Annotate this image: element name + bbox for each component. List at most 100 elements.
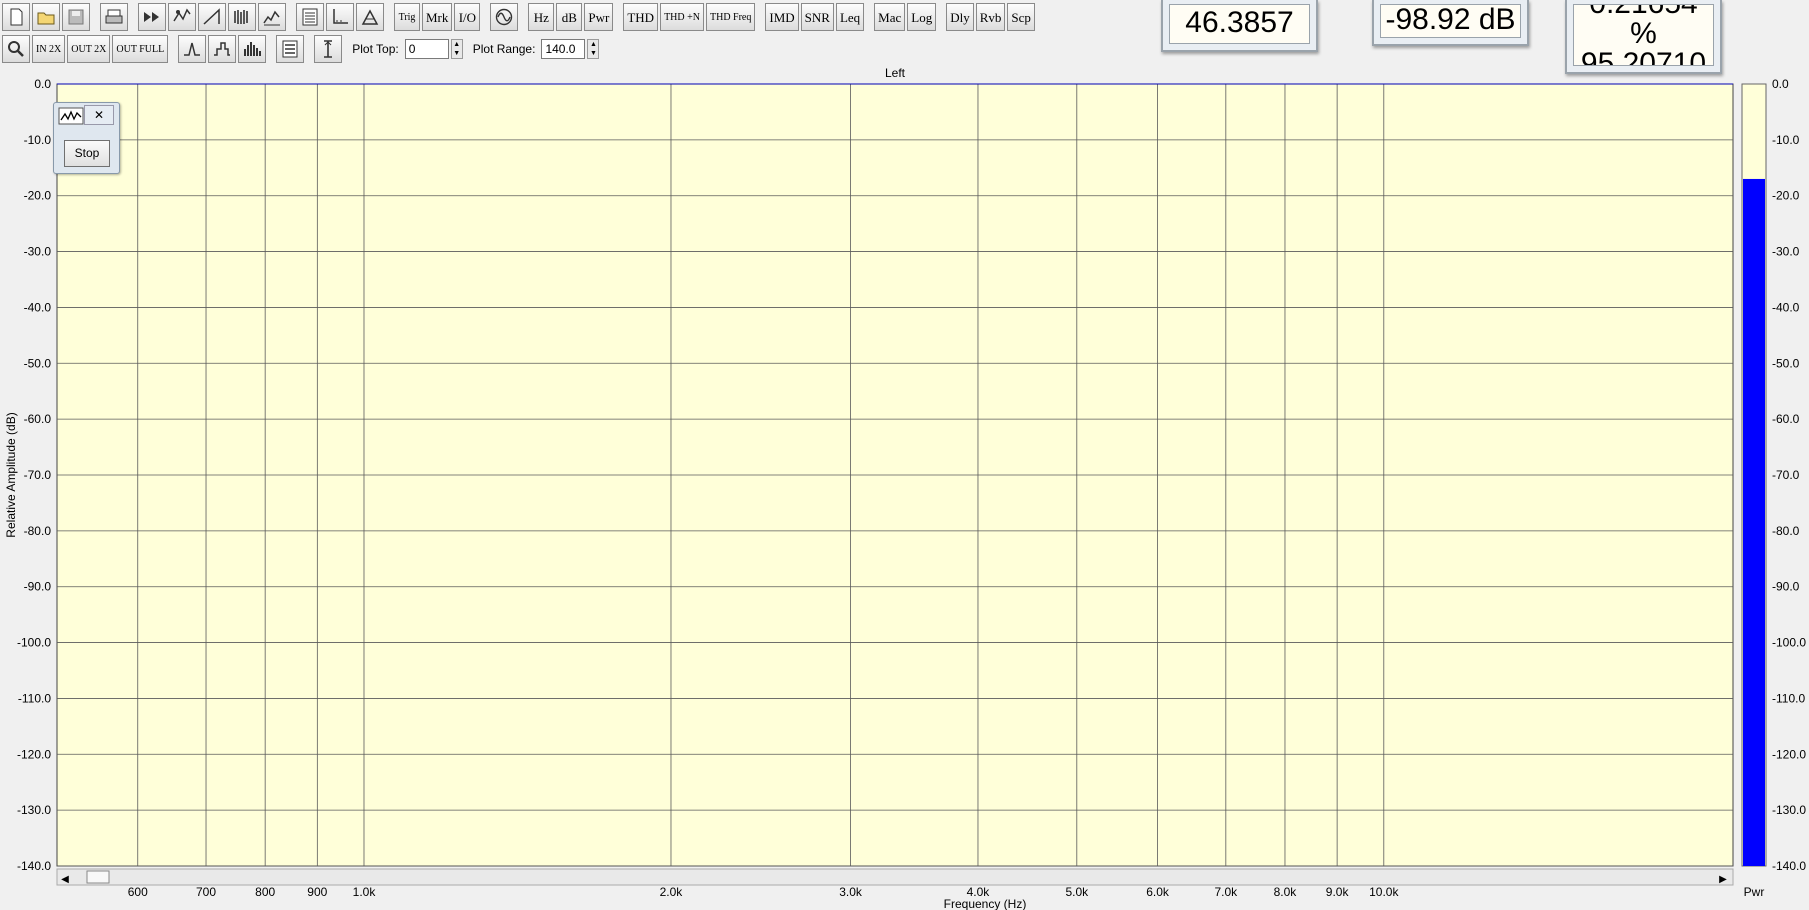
plot-range-input[interactable] [541,39,586,59]
y-tick-label: -80.0 [24,524,52,538]
x-tick-label: 2.0k [660,885,684,899]
readout-panel-3-inner: 0.21654 % 95.20710 % [1573,4,1714,66]
horizontal-scrollbar [56,868,1734,886]
y-axis-label: Relative Amplitude (dB) [4,412,18,537]
bars-icon[interactable] [238,35,267,63]
readout-panel-3: 0.21654 % 95.20710 % [1565,0,1722,74]
save-disk-icon[interactable] [62,3,90,31]
y-tick-label: -140.0 [17,859,51,873]
scroll-left-arrow: ◀ [61,874,69,885]
close-icon[interactable]: ✕ [84,105,114,125]
sawtooth-icon[interactable] [198,3,226,31]
stop-control-box: ✕ Stop [53,102,120,174]
thd-n-button[interactable]: THD +N [660,3,704,31]
axis-icon[interactable] [326,3,354,31]
spectrum-chart[interactable]: Left 0.0 -10.0 -20.0 -30.0 -40.0 -50.0 -60.0 -70… [0,64,1809,910]
y-tick-label: -90.0 [24,580,52,594]
meter-tick-label: -40.0 [1772,300,1800,314]
y-tick-label: -60.0 [24,412,52,426]
meter-tick-label: -50.0 [1772,356,1800,370]
mac-button[interactable]: Mac [874,3,906,31]
y-tick-label: -120.0 [17,747,51,761]
y-tick-label: -110.0 [18,691,51,705]
readout-value-3a: 0.21654 % [1589,5,1697,50]
x-tick-label: 3.0k [839,885,863,899]
hz-button[interactable]: Hz [528,3,555,31]
scrollbar-thumb [86,870,110,884]
spectrum-analyzer-window: Trig Mrk I/O Hz dB Pwr THD THD +N THD Freq IMD SNR… [0,0,1809,910]
io-button[interactable]: I/O [454,3,481,31]
x-tick-label: 7.0k [1214,885,1238,899]
y-tick-label: -100.0 [17,636,51,650]
zoom-in-2x-button[interactable]: IN 2X [32,35,66,63]
thd-button[interactable]: THD [623,3,659,31]
mrk-button[interactable]: Mrk [422,3,453,31]
plot-range-label: Plot Range: [472,42,536,56]
x-tick-label: 6.0k [1146,885,1170,899]
x-tick-label: 700 [196,885,216,899]
y-tick-label: -50.0 [24,356,52,370]
open-folder-icon[interactable] [32,3,60,31]
dly-button[interactable]: Dly [946,3,974,31]
waveform-icon [58,107,84,125]
scroll-right-arrow: ▶ [1719,874,1727,885]
zoom-icon[interactable] [2,35,30,63]
zoom-out-2x-button[interactable]: OUT 2X [67,35,111,63]
scp-button[interactable]: Scp [1007,3,1035,31]
meter-tick-label: -100.0 [1772,636,1806,650]
print-icon[interactable] [100,3,128,31]
generator-icon[interactable] [490,3,519,31]
panel-icon[interactable] [276,35,305,63]
settings-panel-icon[interactable] [296,3,324,31]
chart-title: Left [885,66,906,80]
step-icon[interactable] [208,35,237,63]
calibrate-icon[interactable] [168,3,196,31]
x-tick-label: 800 [255,885,275,899]
plot-range-spinner[interactable]: ▲ ▼ [587,39,600,59]
trig-button[interactable]: Trig [394,3,420,31]
readout-panel-1: 46.3857 % [1161,0,1318,52]
readout-panel-2: -98.92 dB [1372,0,1529,46]
plot-top-spinner[interactable]: ▲ ▼ [450,39,463,59]
plot-top-input[interactable] [404,39,449,59]
snr-button[interactable]: SNR [800,3,834,31]
range-icon[interactable] [314,35,343,63]
pwr-button[interactable]: Pwr [584,3,614,31]
new-file-icon[interactable] [2,3,30,31]
meter-tick-label: -140.0 [1772,859,1806,873]
peak-icon[interactable] [178,35,207,63]
zoom-out-full-button[interactable]: OUT FULL [112,35,169,63]
y-tick-label: 0.0 [34,77,51,91]
meter-tick-label: -130.0 [1772,803,1806,817]
readout-value-1: 46.3857 % [1169,4,1310,44]
waterfall-icon[interactable] [228,3,256,31]
db-button[interactable]: dB [556,3,583,31]
x-tick-label: 1.0k [353,885,377,899]
meter-tick-label: -90.0 [1772,580,1800,594]
y-tick-label: -130.0 [17,803,51,817]
rvb-button[interactable]: Rvb [975,3,1006,31]
y-tick-label: -30.0 [24,245,52,259]
y-tick-label: -70.0 [24,468,52,482]
x-tick-label: 600 [128,885,148,899]
main-toolbar: Trig Mrk I/O Hz dB Pwr THD THD +N THD Freq IMD SNR… [0,0,1035,34]
meter-tick-label: -20.0 [1772,189,1800,203]
forward-icon[interactable] [138,3,166,31]
view-toolbar-buttons: IN 2X OUT 2X OUT FULL [2,35,343,63]
x-tick-label: 900 [307,885,327,899]
log-button[interactable]: Log [907,3,937,31]
meter-tick-label: -60.0 [1772,412,1800,426]
meter-tick-label: 0.0 [1772,77,1789,91]
meter-tick-label: -120.0 [1772,747,1806,761]
meter-tick-label: -30.0 [1772,245,1800,259]
spectrum-chart-area: Left 0.0 -10.0 -20.0 -30.0 -40.0 -50.0 -60.0 -70… [0,64,1809,910]
filter-icon[interactable] [356,3,384,31]
leq-button[interactable]: Leq [835,3,865,31]
meter-label: Pwr [1744,885,1765,899]
thd-freq-button[interactable]: THD Freq [705,3,756,31]
stop-button[interactable]: Stop [64,140,110,167]
meter-tick-label: -110.0 [1772,691,1805,705]
spectrogram-icon[interactable] [258,3,286,31]
imd-button[interactable]: IMD [765,3,799,31]
x-axis-label: Frequency (Hz) [944,897,1027,910]
